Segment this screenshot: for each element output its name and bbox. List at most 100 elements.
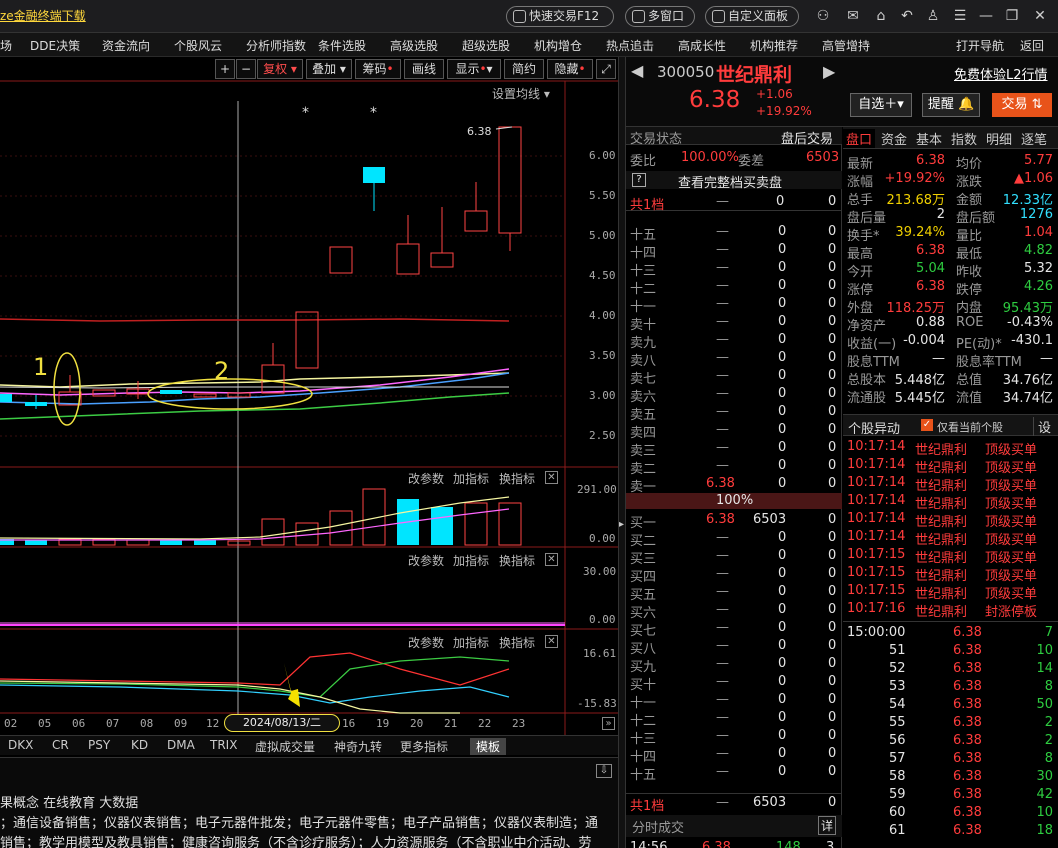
shirt-icon[interactable]: ♙ <box>925 8 941 24</box>
tab-kd[interactable]: KD <box>131 738 148 752</box>
y-tick: 0.00 <box>589 532 616 545</box>
restore-icon[interactable]: ❐ <box>1004 8 1020 24</box>
close-panel-icon[interactable]: ✕ <box>545 635 558 648</box>
tick-cell: 6.38 <box>953 751 982 766</box>
quote-cell: 量比 <box>956 229 983 244</box>
menu-item[interactable]: 资金流向 <box>102 37 150 54</box>
add-indicator-link[interactable]: 加指标 <box>453 470 489 487</box>
close-panel-icon[interactable]: ✕ <box>545 471 558 484</box>
weibi-row: 委比 100.00% 委差 6503 <box>630 150 840 169</box>
close-icon[interactable]: ✕ <box>1032 8 1048 24</box>
prev-stock-icon[interactable]: ◀ <box>631 61 643 80</box>
tab-magic-nine[interactable]: 神奇九转 <box>334 738 382 755</box>
tab-detail[interactable]: 明细 <box>986 129 1012 148</box>
mail-icon[interactable]: ✉ <box>845 8 861 24</box>
minimize-icon[interactable]: — <box>978 8 994 24</box>
switch-indicator-link[interactable]: 换指标 <box>499 470 535 487</box>
quote-cell: ROE <box>956 315 984 330</box>
tab-template[interactable]: 模板 <box>470 738 507 755</box>
back-icon[interactable]: ↶ <box>899 8 915 24</box>
y-tick: 4.50 <box>589 269 616 282</box>
checkbox-checked-icon[interactable]: ✓ <box>921 419 933 431</box>
switch-indicator-link[interactable]: 换指标 <box>499 552 535 569</box>
menu-icon[interactable]: ☰ <box>952 8 968 24</box>
menu-item[interactable]: DDE决策 <box>30 37 80 54</box>
menu-item[interactable]: 热点追击 <box>606 37 654 54</box>
custom-panel-button[interactable]: 自定义面板 <box>705 6 799 27</box>
tab-index[interactable]: 指数 <box>951 129 977 148</box>
menu-item[interactable]: 机构推荐 <box>750 37 798 54</box>
user-icon[interactable]: ⚇ <box>815 8 831 24</box>
collapse-icon[interactable]: ⇩ <box>596 764 612 778</box>
change-param-link[interactable]: 改参数 <box>408 634 444 651</box>
menu-item[interactable]: 分析师指数 <box>246 37 306 54</box>
close-panel-icon[interactable]: ✕ <box>545 553 558 566</box>
signal-marker: * <box>370 105 377 121</box>
tab-funds[interactable]: 资金 <box>881 129 907 148</box>
trade-button[interactable]: 交易 ⇅ <box>992 93 1052 117</box>
tick-cell: 61 <box>889 823 906 838</box>
kline-chart-area[interactable]: + − 复权 ▾ 叠加 ▾ 筹码• 画线 显示•▾ 简约 隐藏• ⤢ 设置均线 … <box>0 57 618 757</box>
menu-item[interactable]: 个股风云 <box>174 37 222 54</box>
tab-more-indicators[interactable]: 更多指标 <box>400 738 448 755</box>
change-param-link[interactable]: 改参数 <box>408 470 444 487</box>
menu-item[interactable]: 条件选股 <box>318 37 366 54</box>
x-tick: 21 <box>444 717 458 730</box>
quote-cell: 流值 <box>956 391 983 406</box>
sell-row: 卖七 —0 0 <box>630 368 837 387</box>
panel-splitter[interactable]: ▸ <box>618 57 626 848</box>
full-book-row[interactable]: ? 查看完整档买卖盘 <box>626 171 842 191</box>
buy-row: 买五 —0 0 <box>630 584 837 603</box>
tab-basic[interactable]: 基本 <box>916 129 942 148</box>
menu-item[interactable]: 高级选股 <box>390 37 438 54</box>
tab-virtual-volume[interactable]: 虚拟成交量 <box>255 738 315 755</box>
next-stock-icon[interactable]: ▶ <box>823 62 835 81</box>
y-tick: 6.00 <box>589 149 616 162</box>
yidong-settings-button[interactable]: 设 <box>1033 417 1051 436</box>
tick-cell: 18 <box>1036 823 1053 838</box>
change-param-link[interactable]: 改参数 <box>408 552 444 569</box>
switch-indicator-link[interactable]: 换指标 <box>499 634 535 651</box>
only-current-label: 仅看当前个股 <box>937 421 1003 434</box>
menu-item[interactable]: 高成长性 <box>678 37 726 54</box>
quote-cell: 盘后额 <box>956 211 996 226</box>
download-link[interactable]: ze金融终端下载 <box>0 7 86 24</box>
tab-pankou[interactable]: 盘口 <box>843 129 876 148</box>
buy-row: 十二 —0 0 <box>630 710 837 729</box>
collapse-arrow-icon[interactable]: ▸ <box>619 519 624 530</box>
tick-cell: 6.38 <box>953 679 982 694</box>
scroll-right-icon[interactable]: » <box>602 717 615 730</box>
l2-trial-link[interactable]: 免费体验L2行情 <box>954 64 1048 83</box>
ratio-bar: 100% <box>626 493 842 509</box>
tick-cell: 54 <box>889 697 906 712</box>
quote-cell: — <box>1040 351 1053 366</box>
alert-button[interactable]: 提醒 🔔 <box>922 93 980 117</box>
quick-trade-button[interactable]: 快速交易F12 <box>506 6 614 27</box>
tab-dma[interactable]: DMA <box>167 738 195 752</box>
menu-item[interactable]: 场 <box>0 37 12 54</box>
tab-dkx[interactable]: DKX <box>8 738 33 752</box>
tick-cell: 6.38 <box>953 625 982 640</box>
menu-item[interactable]: 机构增仓 <box>534 37 582 54</box>
quote-cell: 5.32 <box>1024 261 1053 276</box>
tick-cell: 7 <box>1044 625 1053 640</box>
tab-trix[interactable]: TRIX <box>210 738 237 752</box>
add-indicator-link[interactable]: 加指标 <box>453 634 489 651</box>
home-icon[interactable]: ⌂ <box>873 8 889 24</box>
watchlist-button[interactable]: 自选＋▾ <box>850 93 912 117</box>
y-tick: -15.83 <box>577 697 617 710</box>
tab-cr[interactable]: CR <box>52 738 69 752</box>
add-indicator-link[interactable]: 加指标 <box>453 552 489 569</box>
open-nav-button[interactable]: 打开导航 <box>956 37 1004 54</box>
menu-item[interactable]: 超级选股 <box>462 37 510 54</box>
return-button[interactable]: 返回 <box>1020 37 1044 54</box>
multi-window-button[interactable]: 多窗口 <box>625 6 695 27</box>
y-tick: 4.00 <box>589 309 616 322</box>
tick-cell: 59 <box>889 787 906 802</box>
tab-psy[interactable]: PSY <box>88 738 110 752</box>
detail-button[interactable]: 详 <box>818 816 837 835</box>
menu-item[interactable]: 高管增持 <box>822 37 870 54</box>
tab-tick[interactable]: 逐笔 <box>1021 129 1047 148</box>
quote-cell: 最高 <box>847 247 874 262</box>
tick-cell: 6.38 <box>953 643 982 658</box>
